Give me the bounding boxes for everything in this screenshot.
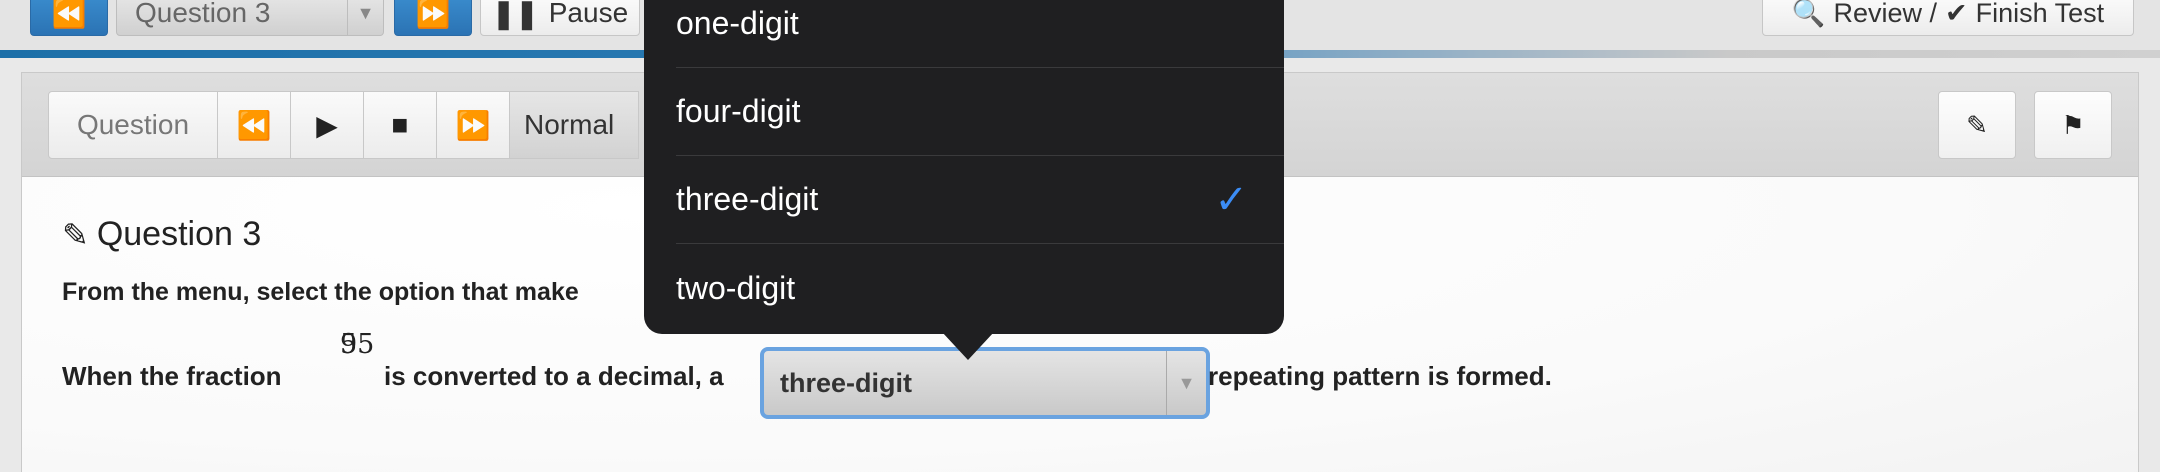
option-four-digit[interactable]: four-digit — [676, 68, 1284, 156]
checkmark-icon: ✔ — [1944, 0, 1968, 28]
pause-label: Pause — [548, 0, 629, 28]
rewind-icon: ⏪ — [236, 109, 272, 141]
sentence-end: repeating pattern is formed. — [1208, 361, 1552, 391]
checkmark-icon: ✓ — [1214, 177, 1248, 222]
pause-icon: ❚❚ — [491, 0, 539, 29]
edit-note-icon: ✎ — [1966, 109, 1988, 140]
search-icon: 🔍 — [1791, 0, 1826, 28]
option-label: four-digit — [676, 93, 801, 129]
option-two-digit[interactable]: two-digit — [676, 244, 1284, 332]
answer-dropdown-value: three-digit — [780, 368, 912, 398]
question-instruction: From the menu, select the option that ma… — [62, 278, 579, 306]
fast-forward-icon: ⏩ — [415, 0, 451, 29]
option-label: one-digit — [676, 5, 799, 41]
stop-icon: ■ — [391, 109, 409, 140]
pencil-icon: ✎ — [62, 216, 89, 253]
rewind-icon: ⏪ — [51, 0, 87, 29]
question-audio-label: Question — [48, 91, 218, 159]
notes-button[interactable]: ✎ — [1938, 91, 2016, 159]
option-label: two-digit — [676, 269, 796, 306]
option-label: three-digit — [676, 181, 819, 217]
sentence-start: When the fraction — [62, 361, 282, 391]
next-question-button[interactable]: ⏩ — [394, 0, 472, 36]
question-select-value: Question 3 — [135, 0, 271, 28]
forward-audio-button[interactable]: ⏩ — [436, 91, 510, 159]
option-one-digit[interactable]: one-digit — [676, 0, 1284, 68]
pause-button[interactable]: ❚❚ Pause — [480, 0, 640, 36]
chevron-down-icon: ▼ — [347, 0, 383, 35]
flag-icon: ⚑ — [2061, 109, 2085, 140]
stop-audio-button[interactable]: ■ — [363, 91, 437, 159]
question-title: Question 3 — [96, 215, 262, 253]
fraction-denominator: 55 — [340, 329, 375, 360]
review-finish-button[interactable]: 🔍 Review / ✔ Finish Test — [1762, 0, 2134, 36]
previous-question-button[interactable]: ⏪ — [30, 0, 108, 36]
rewind-audio-button[interactable]: ⏪ — [217, 91, 291, 159]
finish-label: Finish Test — [1975, 0, 2105, 28]
play-audio-button[interactable]: ▶ — [290, 91, 364, 159]
audio-controls: Question ⏪ ▶ ■ ⏩ Normal — [48, 91, 639, 159]
fast-forward-icon: ⏩ — [455, 109, 491, 141]
sentence-middle: is converted to a decimal, a — [384, 361, 724, 391]
dropdown-popover: one-digit four-digit three-digit ✓ two-d… — [644, 0, 1284, 334]
speed-value: Normal — [524, 109, 615, 140]
speed-select[interactable]: Normal — [509, 91, 639, 159]
chevron-down-icon: ▼ — [1166, 351, 1206, 415]
question-heading: ✎ Question 3 — [62, 215, 261, 254]
review-label: Review / — [1833, 0, 1937, 28]
popover-arrow — [942, 332, 994, 360]
play-icon: ▶ — [316, 109, 338, 141]
option-three-digit[interactable]: three-digit ✓ — [676, 156, 1284, 244]
question-select[interactable]: Question 3 ▼ — [116, 0, 384, 36]
flag-button[interactable]: ⚑ — [2034, 91, 2112, 159]
